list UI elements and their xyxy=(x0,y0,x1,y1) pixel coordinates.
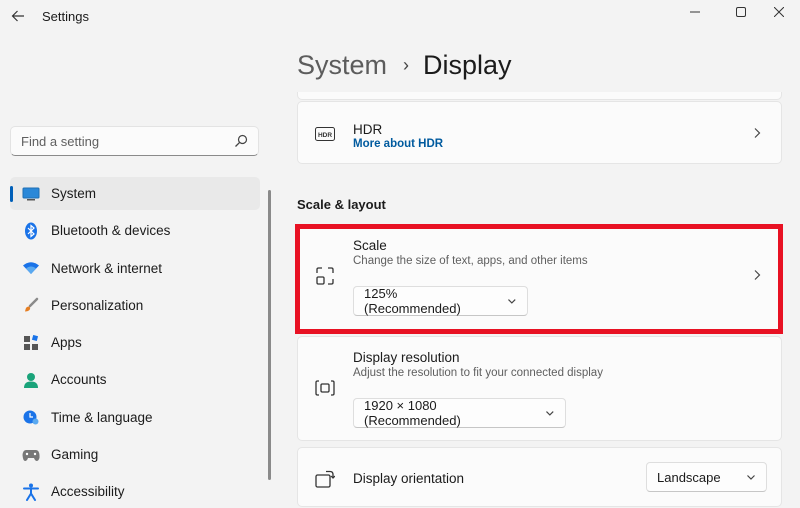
scale-icon xyxy=(314,265,336,287)
scale-subtitle: Change the size of text, apps, and other… xyxy=(353,255,588,267)
section-heading: Scale & layout xyxy=(297,197,386,212)
scale-dropdown[interactable]: 125% (Recommended) xyxy=(353,286,528,316)
clock-globe-icon xyxy=(22,408,40,426)
sidebar-item-label: Bluetooth & devices xyxy=(51,223,171,239)
bluetooth-icon xyxy=(22,222,40,240)
gamepad-icon xyxy=(22,446,40,464)
card-previous-edge xyxy=(297,92,782,100)
search-input[interactable] xyxy=(21,133,234,149)
sidebar-item-accessibility[interactable]: Accessibility xyxy=(10,475,260,508)
scale-card[interactable]: Scale Change the size of text, apps, and… xyxy=(297,226,782,331)
arrow-left-icon xyxy=(11,10,24,22)
monitor-icon xyxy=(22,185,40,203)
close-button[interactable] xyxy=(756,0,800,24)
search-box[interactable] xyxy=(10,126,259,156)
sidebar-item-bluetooth[interactable]: Bluetooth & devices xyxy=(10,214,260,247)
resolution-title: Display resolution xyxy=(353,350,460,365)
app-title: Settings xyxy=(42,9,89,24)
breadcrumb-parent[interactable]: System xyxy=(297,50,387,81)
sidebar-item-label: Accessibility xyxy=(51,484,125,500)
wifi-icon xyxy=(22,259,40,277)
sidebar-item-personalization[interactable]: Personalization xyxy=(10,289,260,322)
hdr-title: HDR xyxy=(353,122,383,137)
sidebar-item-label: Time & language xyxy=(51,409,153,425)
scale-dropdown-value: 125% (Recommended) xyxy=(364,286,461,316)
hdr-icon: HDR xyxy=(314,123,336,145)
sidebar-scrollbar[interactable] xyxy=(268,190,271,480)
chevron-right-icon[interactable] xyxy=(751,269,763,281)
sidebar-item-label: Gaming xyxy=(51,447,99,463)
breadcrumb: System › Display xyxy=(297,45,512,85)
sidebar-nav: System Bluetooth & devices Network & int… xyxy=(10,177,260,508)
minimize-icon xyxy=(690,11,700,13)
sidebar-item-label: System xyxy=(51,186,97,201)
hdr-more-link[interactable]: More about HDR xyxy=(353,138,443,150)
resolution-dropdown[interactable]: 1920 × 1080 (Recommended) xyxy=(353,398,566,428)
sidebar-item-network[interactable]: Network & internet xyxy=(10,252,260,285)
resolution-card[interactable]: Display resolution Adjust the resolution… xyxy=(297,336,782,441)
hdr-card[interactable]: HDR HDR More about HDR xyxy=(297,101,782,164)
scale-title: Scale xyxy=(353,238,387,253)
page-title: Display xyxy=(423,49,512,80)
sidebar-item-label: Network & internet xyxy=(51,260,163,276)
accessibility-icon xyxy=(22,483,40,501)
back-button[interactable] xyxy=(8,6,28,26)
apps-icon xyxy=(22,334,40,352)
chevron-down-icon xyxy=(747,475,755,480)
sidebar-item-label: Accounts xyxy=(51,372,107,388)
sidebar-item-time-language[interactable]: Time & language xyxy=(10,401,260,434)
orientation-dropdown-value: Landscape xyxy=(657,469,721,485)
chevron-down-icon xyxy=(508,299,516,304)
chevron-right-icon: › xyxy=(403,54,410,75)
orientation-dropdown[interactable]: Landscape xyxy=(646,462,767,492)
close-icon xyxy=(774,7,784,17)
chevron-right-icon xyxy=(754,128,761,138)
chevron-down-icon xyxy=(546,411,554,416)
person-icon xyxy=(22,371,40,389)
search-icon[interactable] xyxy=(234,134,248,148)
resolution-dropdown-value: 1920 × 1080 (Recommended) xyxy=(364,398,461,428)
resolution-icon xyxy=(314,377,336,399)
brush-icon xyxy=(22,296,40,314)
orientation-icon xyxy=(314,468,336,490)
minimize-button[interactable] xyxy=(672,0,718,24)
resolution-subtitle: Adjust the resolution to fit your connec… xyxy=(353,367,603,379)
orientation-title: Display orientation xyxy=(353,471,465,486)
sidebar-item-label: Personalization xyxy=(51,297,144,313)
sidebar-item-label: Apps xyxy=(51,335,82,351)
sidebar-item-system[interactable]: System xyxy=(10,177,260,210)
sidebar-item-gaming[interactable]: Gaming xyxy=(10,438,260,471)
sidebar-item-apps[interactable]: Apps xyxy=(10,326,260,359)
title-bar: Settings xyxy=(0,0,800,34)
svg-text:HDR: HDR xyxy=(318,132,332,139)
orientation-card[interactable]: Display orientation Landscape xyxy=(297,447,782,507)
sidebar-item-accounts[interactable]: Accounts xyxy=(10,363,260,396)
maximize-icon xyxy=(736,7,746,17)
